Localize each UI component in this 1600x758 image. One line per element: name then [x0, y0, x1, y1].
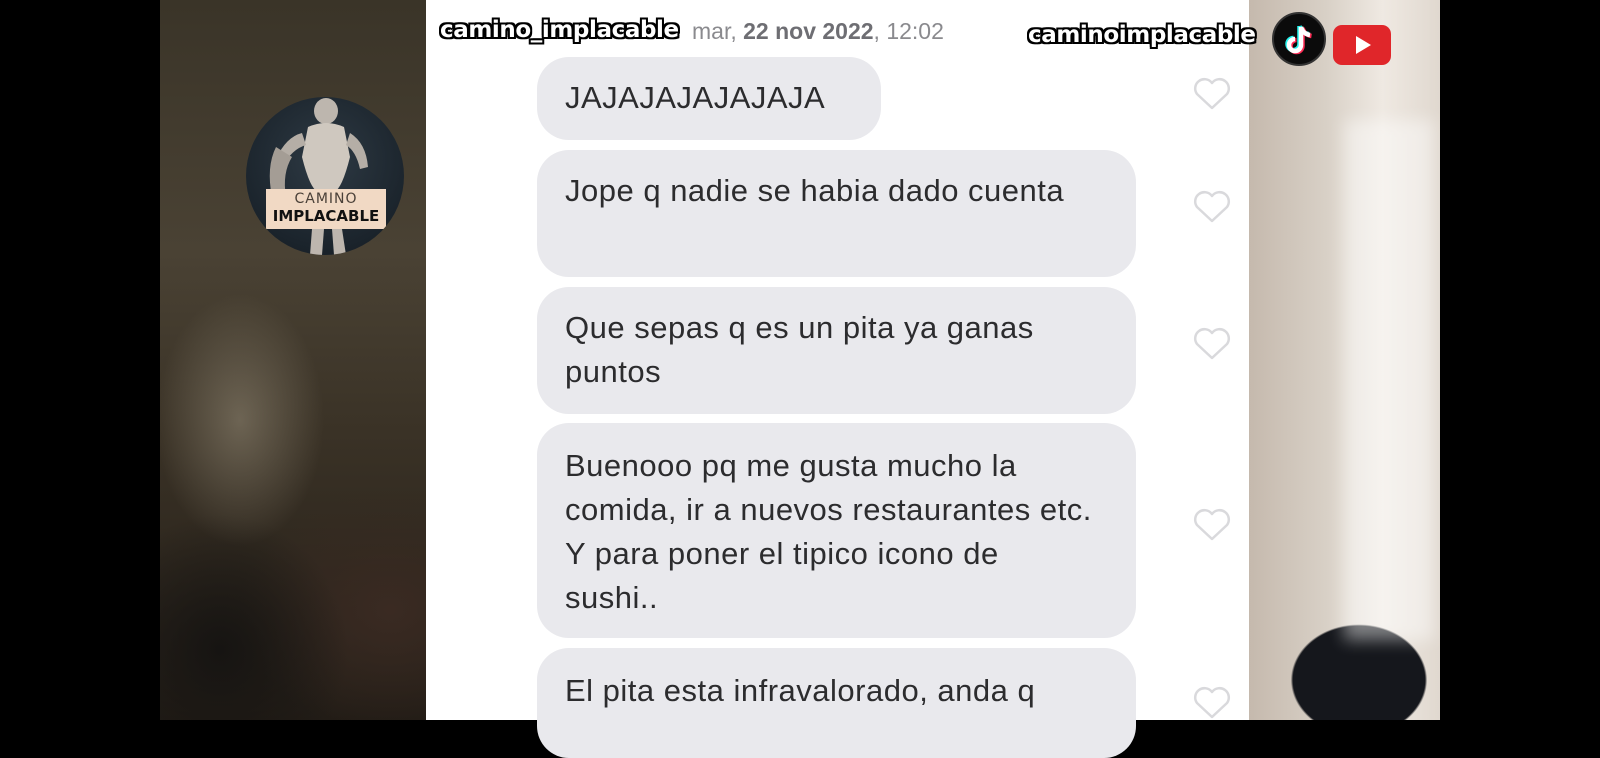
heart-icon[interactable] [1193, 508, 1231, 542]
timestamp-day: mar, [692, 18, 737, 44]
message-bubble: El pita esta infravalorado, anda q [537, 648, 1136, 758]
logo-text-line2: IMPLACABLE [272, 207, 380, 225]
chat-timestamp: mar, 22 nov 2022, 12:02 [692, 18, 944, 45]
logo-label: CAMINO IMPLACABLE [266, 189, 386, 229]
message-bubble: JAJAJAJAJAJAJA [537, 57, 881, 140]
message-text: El pita esta infravalorado, anda q [565, 673, 1036, 708]
overlay-handle-left: camino_implacable [440, 17, 679, 43]
message-text: Buenooo pq me gusta mucho la comida, ir … [565, 448, 1092, 615]
logo-text-line1: CAMINO [294, 191, 358, 207]
background-right [1249, 0, 1440, 720]
overlay-handle-right: caminoimplacable [1028, 22, 1256, 48]
statue-figure [269, 98, 368, 255]
message-bubble: Que sepas q es un pita ya ganas puntos [537, 287, 1136, 414]
message-text: Que sepas q es un pita ya ganas puntos [565, 310, 1034, 389]
message-bubble: Buenooo pq me gusta mucho la comida, ir … [537, 423, 1136, 638]
heart-icon[interactable] [1193, 77, 1231, 111]
channel-logo: CAMINO IMPLACABLE [246, 97, 404, 255]
message-text: Jope q nadie se habia dado cuenta [565, 173, 1065, 208]
heart-icon[interactable] [1193, 327, 1231, 361]
youtube-icon [1333, 25, 1391, 65]
message-text: JAJAJAJAJAJAJA [565, 80, 826, 115]
heart-icon[interactable] [1193, 190, 1231, 224]
tiktok-icon [1272, 12, 1326, 66]
heart-icon[interactable] [1193, 686, 1231, 720]
timestamp-date: 22 nov 2022 [743, 18, 874, 44]
timestamp-time: , 12:02 [873, 18, 944, 44]
message-bubble: Jope q nadie se habia dado cuenta [537, 150, 1136, 277]
